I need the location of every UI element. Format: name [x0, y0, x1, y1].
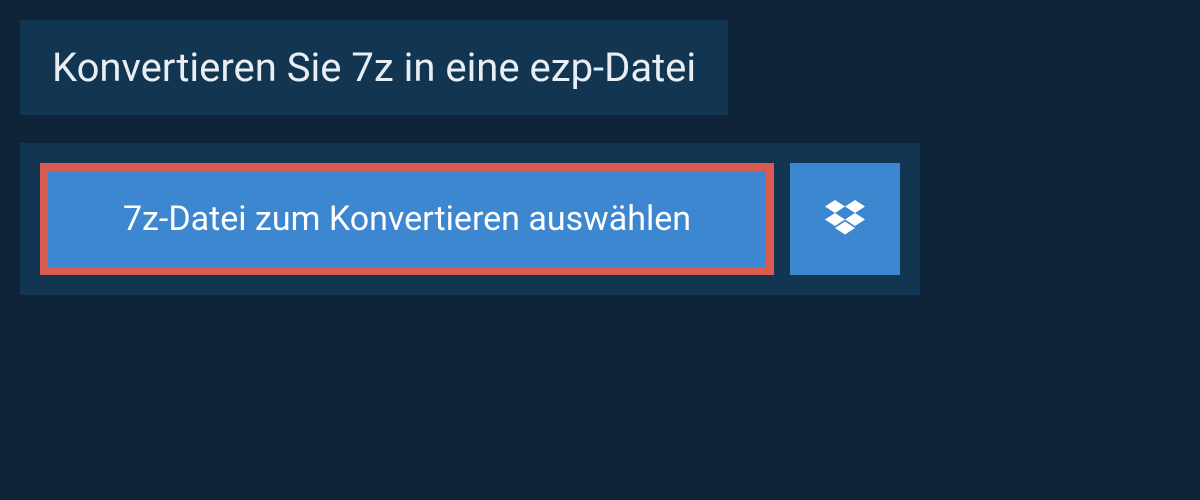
dropbox-button[interactable] [790, 163, 900, 275]
file-select-button[interactable]: 7z-Datei zum Konvertieren auswählen [40, 163, 774, 275]
header-bar: Konvertieren Sie 7z in eine ezp-Datei [20, 20, 728, 115]
button-panel: 7z-Datei zum Konvertieren auswählen [20, 143, 920, 295]
file-select-label: 7z-Datei zum Konvertieren auswählen [123, 199, 691, 239]
dropbox-icon [825, 200, 865, 238]
page-title: Konvertieren Sie 7z in eine ezp-Datei [52, 44, 696, 91]
